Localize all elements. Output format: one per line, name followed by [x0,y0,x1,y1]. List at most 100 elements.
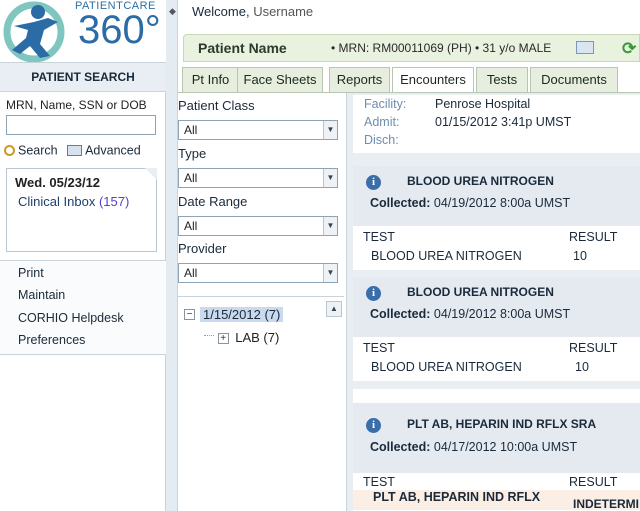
collapse-arrow-icon[interactable]: ◆ [169,6,176,17]
row-result: INDETERMI [573,497,639,511]
collected-key: Collected: [370,196,431,210]
card-title: BLOOD UREA NITROGEN [407,285,554,299]
column-result: RESULT [569,475,618,489]
lab-result-card[interactable]: i BLOOD UREA NITROGEN Collected: 04/19/2… [353,277,640,381]
filter-value: All [184,123,198,137]
sidebar-splitter[interactable]: ◆ [166,0,178,511]
lab-result-card[interactable]: i PLT AB, HEPARIN IND RFLX SRA Collected… [353,389,640,511]
logo-big-text: 360° [78,8,161,52]
tree-node-encounter[interactable]: −1/15/2012 (7) [184,306,284,323]
scroll-up-arrow-icon[interactable]: ▲ [326,301,342,317]
inbox-panel: Wed. 05/23/12 Clinical Inbox (157) [6,168,157,252]
patient-name: Patient Name [198,40,287,56]
filter-label-date-range: Date Range [178,194,248,209]
facility-key: Facility: [364,97,407,111]
patient-header: Patient Name • MRN: RM00011069 (PH) • 31… [183,34,640,62]
nav-preferences[interactable]: Preferences [18,333,85,347]
tree-node-lab[interactable]: + LAB (7) [204,330,279,345]
tab-documents[interactable]: Documents [530,67,618,93]
app-window: PATIENTCARE 360° PATIENT SEARCH MRN, Nam… [0,0,640,511]
patient-figure-icon [3,1,65,62]
tab-face-sheets[interactable]: Face Sheets [237,67,323,93]
column-test: TEST [363,475,395,489]
card-collected: Collected: 04/19/2012 8:00a UMST [370,307,570,321]
column-test: TEST [363,341,395,355]
tree-node-label[interactable]: 1/15/2012 (7) [200,307,284,323]
column-test: TEST [363,230,395,244]
advanced-link[interactable]: Advanced [85,144,141,158]
sidebar-nav: Print Maintain CORHIO Helpdesk Preferenc… [0,261,166,355]
refresh-icon[interactable]: ⟳ [622,39,636,59]
collected-key: Collected: [370,307,431,321]
card-header [353,389,640,473]
row-test: BLOOD UREA NITROGEN [371,360,522,374]
facility-value: Penrose Hospital [435,97,531,111]
encounter-detail-panel: Facility: Penrose Hospital Admit: 01/15/… [346,93,640,511]
expand-icon[interactable]: + [217,333,229,345]
search-hint-label: MRN, Name, SSN or DOB [6,98,147,112]
tab-tests[interactable]: Tests [476,67,528,93]
info-icon: i [366,418,381,433]
tab-reports[interactable]: Reports [329,67,390,93]
info-icon: i [366,286,381,301]
id-card-icon[interactable] [576,41,594,54]
filter-label-provider: Provider [178,241,227,256]
clinical-inbox-label[interactable]: Clinical Inbox [18,194,95,209]
facility-summary: Facility: Penrose Hospital Admit: 01/15/… [353,95,640,153]
tab-pt-info[interactable]: Pt Info [182,67,239,93]
tree-connector [204,335,214,337]
chevron-down-icon[interactable]: ▼ [323,169,337,187]
nav-maintain[interactable]: Maintain [18,288,65,302]
clinical-inbox-link[interactable]: Clinical Inbox (157) [18,194,129,209]
filter-select-date-range[interactable]: All ▼ [178,216,338,236]
card-title: PLT AB, HEPARIN IND RFLX SRA [407,417,597,431]
welcome-label: Welcome, [192,4,250,19]
filter-select-patient-class[interactable]: All ▼ [178,120,338,140]
username: Username [253,4,314,19]
card-collected: Collected: 04/17/2012 10:00a UMST [370,440,577,454]
chevron-down-icon[interactable]: ▼ [323,121,337,139]
row-test: PLT AB, HEPARIN IND RFLX [373,490,541,504]
chevron-down-icon[interactable]: ▼ [323,217,337,235]
admit-value: 01/15/2012 3:41p UMST [435,115,572,129]
filter-label-patient-class: Patient Class [178,98,255,113]
filter-label-type: Type [178,146,207,161]
advanced-icon[interactable] [67,145,83,157]
collected-value: 04/19/2012 8:00a UMST [433,307,571,321]
inbox-count[interactable]: (157) [99,194,129,209]
filter-value: All [184,219,198,233]
collected-value: 04/19/2012 8:00a UMST [433,196,571,210]
admit-key: Admit: [364,115,400,129]
row-result: 10 [575,360,589,374]
patient-info: • MRN: RM00011069 (PH) • 31 y/o MALE [331,41,552,55]
filter-value: All [184,266,198,280]
filter-value: All [184,171,198,185]
tree-node-label[interactable]: LAB (7) [235,330,279,345]
info-icon: i [366,175,381,190]
patientcare-logo: PATIENTCARE 360° [0,0,166,62]
row-test: BLOOD UREA NITROGEN [371,249,522,263]
disch-key: Disch: [364,133,399,147]
column-result: RESULT [569,341,618,355]
lab-result-card[interactable]: i BLOOD UREA NITROGEN Collected: 04/19/2… [353,166,640,270]
nav-print[interactable]: Print [18,266,44,280]
nav-corhio-helpdesk[interactable]: CORHIO Helpdesk [18,311,124,325]
search-links: Search Advanced [4,143,141,158]
card-title: BLOOD UREA NITROGEN [407,174,554,188]
welcome-text: Welcome, Username [192,4,313,19]
search-link[interactable]: Search [18,144,58,158]
left-sidebar: PATIENTCARE 360° PATIENT SEARCH MRN, Nam… [0,0,166,511]
filter-select-type[interactable]: All ▼ [178,168,338,188]
search-icon[interactable] [4,145,15,157]
patient-search-input[interactable] [6,115,156,135]
filter-select-provider[interactable]: All ▼ [178,263,338,283]
collected-key: Collected: [370,440,431,454]
collapse-icon[interactable]: − [184,309,195,321]
encounter-filters: Patient Class All ▼ Type All ▼ Date Range … [178,93,342,293]
row-result: 10 [573,249,587,263]
inbox-date: Wed. 05/23/12 [15,175,101,190]
chevron-down-icon[interactable]: ▼ [323,264,337,282]
tab-encounters[interactable]: Encounters [392,67,474,93]
patient-search-heading: PATIENT SEARCH [0,62,166,92]
card-collected: Collected: 04/19/2012 8:00a UMST [370,196,570,210]
